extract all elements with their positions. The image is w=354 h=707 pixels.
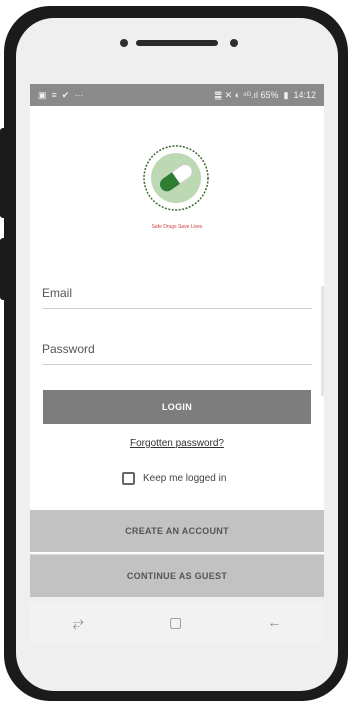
email-field[interactable] [42,278,312,309]
android-navbar: ⥂ ▢ ← [30,602,324,642]
login-screen: Safe Drugs Save Lives LOGIN Forgotten pa… [30,106,324,597]
continue-as-guest-button[interactable]: CONTINUE AS GUEST [30,554,324,597]
twitter-icon: ✔ [61,89,70,100]
create-account-button[interactable]: CREATE AN ACCOUNT [30,510,324,552]
notification-dots: ··· [74,90,84,100]
image-icon: ▣ [38,89,47,100]
volume-button [0,128,7,218]
status-bar: ▣ ≡ ✔ ··· ䷀ ✕ ◐ ⁴ᴳ.ıl 65% ▮ 14:12 [30,84,324,106]
sensor-icon [230,39,238,47]
home-icon[interactable]: ▢ [169,614,182,631]
password-field[interactable] [42,334,312,365]
scrollbar[interactable] [321,286,324,396]
message-icon: ≡ [51,90,57,100]
status-time: 14:12 [293,90,316,100]
email-input[interactable] [42,278,312,308]
keep-logged-in-label: Keep me logged in [143,473,227,484]
top-bezel [16,18,338,80]
password-input[interactable] [42,334,312,364]
speaker-grille [136,40,218,46]
keep-logged-in-checkbox[interactable] [122,472,135,485]
bixby-button [0,238,7,300]
recent-apps-icon[interactable]: ⥂ [73,614,84,631]
phone-frame: ▣ ≡ ✔ ··· ䷀ ✕ ◐ ⁴ᴳ.ıl 65% ▮ 14:12 Safe D… [4,6,348,701]
back-icon[interactable]: ← [267,614,281,630]
battery-icon: ▮ [283,89,289,100]
status-icons: ䷀ ✕ ◐ ⁴ᴳ.ıl 65% [214,89,279,100]
login-button[interactable]: LOGIN [43,390,311,424]
logo-tagline: Safe Drugs Save Lives [151,224,203,230]
keep-logged-in[interactable]: Keep me logged in [122,472,226,485]
forgot-password-link[interactable]: Forgotten password? [30,438,324,449]
capsule-logo-icon [143,145,209,211]
phone-screen: ▣ ≡ ✔ ··· ䷀ ✕ ◐ ⁴ᴳ.ıl 65% ▮ 14:12 Safe D… [16,18,338,691]
front-camera-icon [120,39,128,47]
